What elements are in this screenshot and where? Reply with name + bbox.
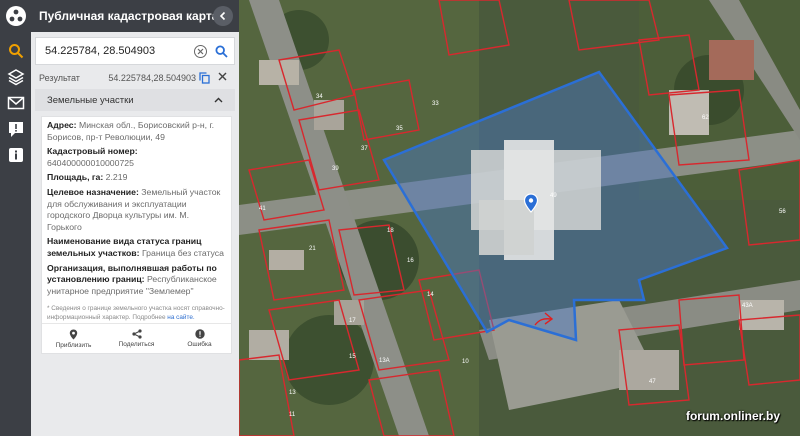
feedback-icon <box>8 122 23 137</box>
rail-layers-button[interactable] <box>0 64 31 90</box>
approximate-label: Приблизить <box>55 341 92 349</box>
parcel-number: 13 <box>289 390 296 396</box>
disclaimer-text: * Сведения о границе земельного участка … <box>47 305 225 321</box>
parcel-number: 34 <box>316 94 323 100</box>
share-icon <box>131 329 142 339</box>
organization-row: Организация, выполнявшая работы по устан… <box>47 263 226 298</box>
cadastral-label: Кадастровый номер: <box>47 146 138 157</box>
status-value: Граница без статуса <box>141 247 224 258</box>
cadastral-row: Кадастровый номер: 640400000010000725 <box>47 146 226 169</box>
parcel-number: 18 <box>387 228 394 234</box>
search-icon <box>215 44 228 58</box>
copy-button[interactable] <box>199 72 210 84</box>
error-report-button[interactable]: Ошибка <box>168 324 231 353</box>
parcel-number: 11 <box>289 412 296 418</box>
parcel-number: 10 <box>462 359 469 365</box>
share-button[interactable]: Поделиться <box>105 324 168 353</box>
logo-icon <box>0 0 31 31</box>
icon-rail <box>0 0 31 436</box>
side-panel: 54.225784, 28.504903 Результат 54.225784… <box>31 32 239 436</box>
result-label: Результат <box>39 73 80 83</box>
error-label: Ошибка <box>187 341 212 348</box>
parcel-number: 41 <box>259 206 266 212</box>
area-value: 2.219 <box>105 172 128 183</box>
purpose-label: Целевое назначение: <box>47 186 139 197</box>
parcel-number: 62 <box>702 115 709 121</box>
share-label: Поделиться <box>118 341 155 348</box>
section-title: Земельные участки <box>47 94 134 106</box>
parcel-number: 56 <box>779 209 786 215</box>
land-plots-section-header[interactable]: Земельные участки <box>35 89 235 111</box>
search-box[interactable]: 54.225784, 28.504903 <box>35 37 235 65</box>
purpose-row: Целевое назначение: Земельный участок дл… <box>47 187 226 233</box>
area-label: Площадь, га: <box>47 172 104 183</box>
close-icon <box>197 48 204 54</box>
alert-icon <box>194 329 205 339</box>
parcel-number: 14 <box>427 292 434 298</box>
layers-icon <box>6 69 25 86</box>
search-input[interactable]: 54.225784, 28.504903 <box>45 45 194 57</box>
parcel-number: 43А <box>742 303 753 309</box>
parcel-number: 17 <box>349 318 356 324</box>
result-coords: 54.225784,28.504903 <box>108 73 196 83</box>
rail-feedback-button[interactable] <box>0 116 31 142</box>
address-label: Адрес: <box>47 120 77 130</box>
search-icon <box>8 44 23 59</box>
disclaimer-note: * Сведения о границе земельного участка … <box>47 305 226 322</box>
rail-search-button[interactable] <box>0 38 31 64</box>
rail-mail-button[interactable] <box>0 90 31 116</box>
close-result-button[interactable] <box>218 72 227 84</box>
parcel-card: Адрес: Минская обл., Борисовский р-н, г.… <box>41 116 232 354</box>
parcel-number: 47 <box>649 379 656 385</box>
card-actions: Приблизить Поделиться Ошибка <box>42 323 231 353</box>
clear-search-button[interactable] <box>194 44 207 58</box>
info-icon <box>8 148 23 162</box>
disclaimer-link[interactable]: на сайте. <box>167 314 194 321</box>
parcel-number: 39 <box>332 166 339 172</box>
address-row: Адрес: Минская обл., Борисовский р-н, г.… <box>47 120 226 143</box>
result-bar: Результат 54.225784,28.504903 <box>35 69 235 87</box>
chevron-up-icon <box>214 95 223 105</box>
parcel-number: 35 <box>396 126 403 132</box>
status-row: Наименование вида статуса границ земельн… <box>47 236 226 259</box>
approximate-button[interactable]: Приблизить <box>42 324 105 353</box>
copy-icon <box>199 72 210 84</box>
map-view[interactable]: 34 33 35 37 39 41 21 18 16 14 17 15 13 1… <box>239 0 800 436</box>
parcel-number: 21 <box>309 246 316 252</box>
parcel-number: 16 <box>407 258 414 264</box>
location-pin-icon <box>69 329 78 339</box>
app-title: Публичная кадастровая карта <box>39 9 219 23</box>
rail-info-button[interactable] <box>0 142 31 168</box>
app-header: Публичная кадастровая карта <box>31 0 239 32</box>
parcel-number: 15 <box>349 354 356 360</box>
parcel-number: 13А <box>379 358 390 364</box>
satellite-map[interactable]: 34 33 35 37 39 41 21 18 16 14 17 15 13 1… <box>239 0 800 436</box>
parcel-number: 49 <box>550 193 557 199</box>
chevron-left-icon <box>219 11 226 21</box>
collapse-panel-button[interactable] <box>213 6 233 26</box>
area-row: Площадь, га: 2.219 <box>47 172 226 184</box>
close-icon <box>218 72 227 81</box>
parcel-number: 37 <box>361 146 368 152</box>
watermark: forum.onliner.by <box>685 409 780 423</box>
mail-check-icon <box>7 96 24 110</box>
search-button[interactable] <box>215 44 228 58</box>
cadastral-value: 640400000010000725 <box>47 157 134 168</box>
parcel-number: 33 <box>432 101 439 107</box>
